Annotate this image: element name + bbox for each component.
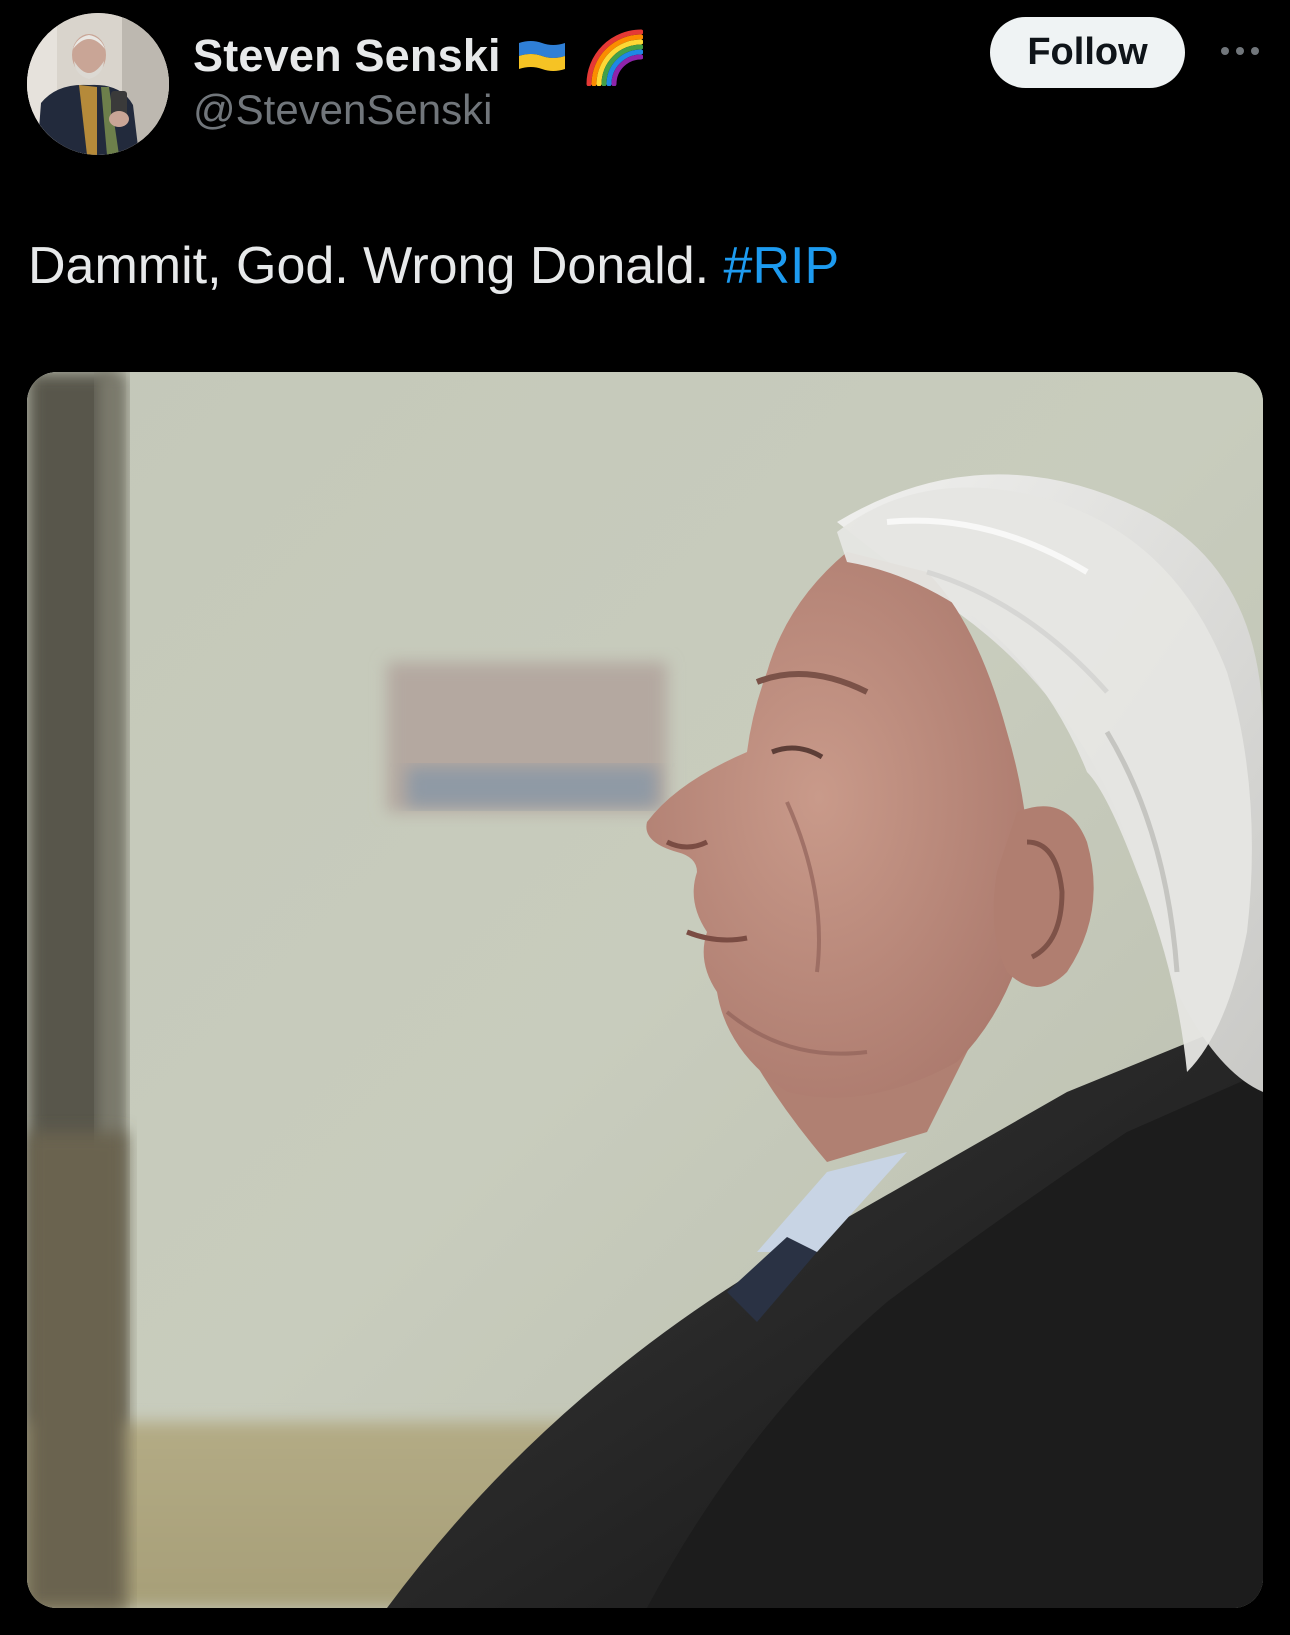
avatar[interactable] <box>27 13 169 155</box>
more-icon-dot <box>1236 47 1244 55</box>
more-icon-dot <box>1251 47 1259 55</box>
hashtag-link[interactable]: #RIP <box>724 237 840 295</box>
author-display-name[interactable]: Steven Senski <box>193 30 501 82</box>
ukraine-flag-icon <box>517 39 567 73</box>
follow-button[interactable]: Follow <box>990 17 1185 88</box>
author-name-row: Steven Senski <box>193 26 644 87</box>
avatar-image <box>27 13 169 155</box>
rainbow-icon <box>583 26 644 87</box>
tweet-text: Dammit, God. Wrong Donald. #RIP <box>28 236 839 296</box>
tweet-card: Steven Senski @StevenSenski Follow Dammi… <box>0 0 1290 1635</box>
tweet-media-image[interactable] <box>27 372 1263 1608</box>
tweet-body: Dammit, God. Wrong Donald. <box>28 237 710 295</box>
portrait-photo <box>27 372 1263 1608</box>
more-icon <box>1221 47 1229 55</box>
more-options-button[interactable] <box>1210 36 1270 66</box>
author-handle[interactable]: @StevenSenski <box>193 86 492 134</box>
